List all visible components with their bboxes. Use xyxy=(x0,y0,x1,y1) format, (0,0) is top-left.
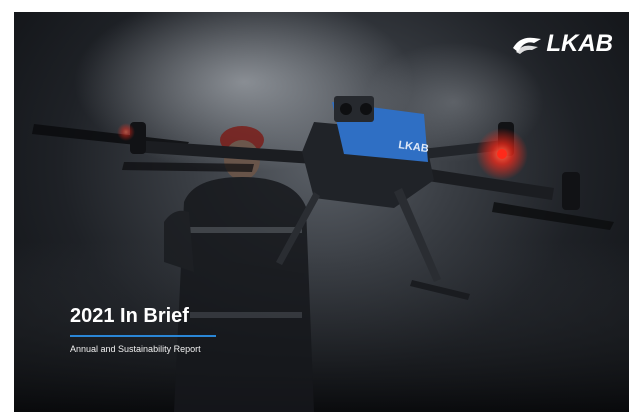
lkab-logo: LKAB xyxy=(512,32,613,56)
lkab-wave-icon xyxy=(513,37,542,54)
logo-text: LKAB xyxy=(546,30,613,57)
accent-rule xyxy=(70,335,216,337)
report-cover: LKAB LKAB 2021 In Brief Annual and Susta… xyxy=(14,12,629,412)
report-title: 2021 In Brief xyxy=(70,305,189,327)
report-subtitle: Annual and Sustainability Report xyxy=(70,344,201,354)
title-block: 2021 In Brief Annual and Sustainability … xyxy=(70,306,216,354)
